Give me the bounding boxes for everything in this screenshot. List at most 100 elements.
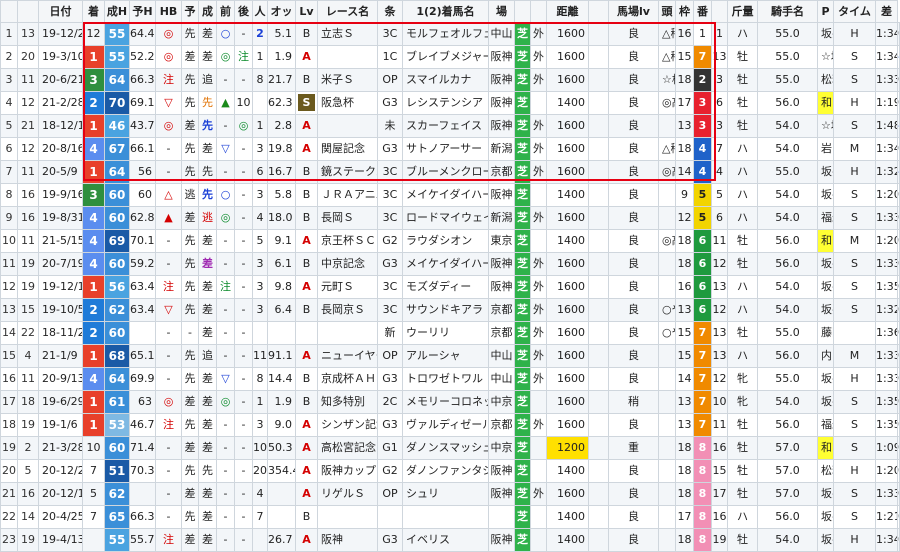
sex-age: ハ <box>727 298 758 322</box>
pace: S <box>833 68 876 92</box>
race-date: 20-12/26 <box>38 459 83 483</box>
col-header-12[interactable]: 人 <box>252 0 268 23</box>
col-header-23[interactable]: 馬場lv <box>608 0 659 23</box>
col-header-15[interactable]: レース名 <box>317 0 378 23</box>
col-header-19[interactable] <box>514 0 531 23</box>
col-header-10[interactable]: 前 <box>216 0 235 23</box>
field-size: 15 <box>675 344 694 368</box>
col-header-5[interactable]: 成H <box>104 0 130 23</box>
col-header-28[interactable]: 斤量 <box>727 0 758 23</box>
hb-mark: △ <box>155 183 182 207</box>
field-size: 18 <box>675 252 694 276</box>
table-row[interactable]: 171819-6/2916163◎差差◎-11.9B知多特別2Cメモリーコロネッ… <box>0 390 900 414</box>
table-row[interactable]: 10 11 21-5/15 4 69 70.1- 先差 - -5 9.1 A 京王杯ＳＣ G2 ラウダシオ… <box>0 229 900 253</box>
col-header-8[interactable]: 予 <box>181 0 199 23</box>
going: 良 <box>608 321 659 345</box>
table-row[interactable]: 22 14 20-4/25 7 65 66.3- 先差 - -7 B 芝 1400 良 17 8 16 ハ 56.… <box>0 505 900 529</box>
table-row[interactable]: 71120-5/916456-先先--616.7B鏡ステークス3Cブルーメンクロ… <box>0 160 900 184</box>
frame-number: 7 <box>693 321 712 345</box>
table-row[interactable]: 211620-12/12562-差差--4AリゲルＳOPシュリ阪神芝外1600良… <box>0 482 900 506</box>
winner-horse: ダノンファンタジー <box>402 459 489 483</box>
frame-number: 8 <box>693 459 712 483</box>
col-header-22[interactable] <box>588 0 609 23</box>
result-style: 差 <box>198 137 217 161</box>
table-row[interactable]: 4 12 21-2/28 2 70 69.1 ▽ 先先 ▲ 10 62.3 S 阪急杯 G3 レシステンシア… <box>0 91 900 115</box>
surface-turf: 芝 <box>514 275 531 299</box>
col-header-20[interactable] <box>530 0 547 23</box>
col-header-17[interactable]: 1(2)着馬名 <box>402 0 489 23</box>
margin: 0.3 <box>897 229 900 253</box>
table-row[interactable]: 52118-12/1614643.7◎差先-◎12.8A未スカーフェイス阪神芝外… <box>0 114 900 138</box>
table-row[interactable]: 2 20 19-3/10 1 55 52.2 ◎ 差差 ◎ 注 1 1.9 A 1C ブレイブメジャー 阪神芝… <box>0 45 900 69</box>
col-header-11[interactable]: 後 <box>234 0 253 23</box>
table-row[interactable]: 3 11 20-6/21 3 64 66.3 注先追 - -8 21.7 B 米子Ｓ OP スマイルカナ阪… <box>0 68 900 92</box>
back-mark: - <box>234 160 253 184</box>
race-class: 2C <box>377 390 403 414</box>
table-row[interactable]: 6 12 20-8/16 4 67 66.1- 先差 ▽ -3 19.8 A 関屋記念 G3 サトノアーサ… <box>0 137 900 161</box>
frame-number: 6 <box>693 275 712 299</box>
table-row[interactable]: 11319-12/28125564.4◎先差○-25.1B立志Ｓ3Cモルフェオル… <box>0 22 900 46</box>
race-date: 20-8/16 <box>38 137 83 161</box>
col-header-9[interactable]: 成 <box>198 0 217 23</box>
col-header-6[interactable]: 予H <box>129 0 156 23</box>
col-header-7[interactable]: HB <box>155 0 182 23</box>
distance: 1600 <box>546 413 589 437</box>
col-header-1[interactable] <box>0 0 18 23</box>
table-row[interactable]: 9 16 19-8/31 4 60 62.8 ▲ 差逃 ◎ -4 18.0 B 長岡Ｓ 3C ロードマイウェ… <box>0 206 900 230</box>
table-row[interactable]: 15421-1/916865.1-先追--1191.1AニューイヤーOPアルーシ… <box>0 344 900 368</box>
table-row[interactable]: 13 15 19-10/5 2 62 63.4 ▽ 先差 - -3 6.4 B 長岡京Ｓ 3C サウンドキア… <box>0 298 900 322</box>
carried-weight: 57.0 <box>757 482 818 506</box>
race-date: 18-11/25 <box>38 321 83 345</box>
table-row[interactable]: 20520-12/2675170.3-先先--20354.4A阪神カップG2ダノ… <box>0 459 900 483</box>
sex-age: 牡 <box>727 436 758 460</box>
col-header-13[interactable]: オッ <box>267 0 296 23</box>
col-header-25[interactable]: 枠 <box>675 0 694 23</box>
finish-time: 1:33.4 <box>875 482 898 506</box>
col-header-14[interactable]: Lv <box>295 0 318 23</box>
back-mark: - <box>234 459 253 483</box>
col-header-26[interactable]: 番 <box>693 0 712 23</box>
race-class: 3C <box>377 183 403 207</box>
going-level <box>658 206 676 230</box>
col-header-21[interactable]: 距離 <box>546 0 589 23</box>
table-row[interactable]: 121919-12/1515663.4注先差注-39.8A元町Ｓ3Cモズダディー… <box>0 275 900 299</box>
col-header-2[interactable] <box>17 0 39 23</box>
back-mark: - <box>234 367 253 391</box>
predict-style: 逃 <box>181 183 199 207</box>
winner-horse: アルーシャ <box>402 344 489 368</box>
back-mark: - <box>234 275 253 299</box>
pace <box>833 321 876 345</box>
col-header-18[interactable]: 場 <box>488 0 515 23</box>
table-row[interactable]: 81619-9/1636060△逃先○-35.8BＪＲＡアニバ3Cメイケイダイハ… <box>0 183 900 207</box>
table-row[interactable]: 23 19 19-4/13 55 55.7 注差差 - -26.7 A 阪神 G3 イベリス 阪神芝 14… <box>0 528 900 552</box>
col-header-29[interactable]: 騎手名 <box>757 0 818 23</box>
col-header-30[interactable]: P <box>817 0 834 23</box>
race-class: OP <box>377 344 403 368</box>
col-header-3[interactable]: 日付 <box>38 0 83 23</box>
finish-position: 1 <box>82 275 105 299</box>
odds-value: 9.1 <box>267 229 296 253</box>
col-header-4[interactable]: 着 <box>82 0 105 23</box>
col-header-31[interactable]: タイム <box>833 0 876 23</box>
table-row[interactable]: 19 2 21-3/28 10 60 71.4- 差差 - -10 50.3 A 高松宮記念 G1 ダノン… <box>0 436 900 460</box>
distance: 1600 <box>546 206 589 230</box>
table-row[interactable]: 181919-1/615346.7注先差--39.0Aシンザン記念G3ヴァルディ… <box>0 413 900 437</box>
table-row[interactable]: 11 19 20-7/19 4 60 59.2- 先差 - -3 6.1 B 中京記念 G3 メイケイダイ… <box>0 252 900 276</box>
field-size: 18 <box>675 137 694 161</box>
table-row[interactable]: 142218-11/25260--差--新ウーリリ京都芝外1600良○やや速15… <box>0 321 900 345</box>
hb-mark: ◎ <box>155 390 182 414</box>
row-number: 16 <box>0 367 18 391</box>
col-header-32[interactable]: 差 <box>875 0 898 23</box>
hb-mark: ▽ <box>155 298 182 322</box>
in-out <box>530 91 547 115</box>
going: 良 <box>608 298 659 322</box>
sex-age: 牡 <box>727 229 758 253</box>
col-header-16[interactable]: 条 <box>377 0 403 23</box>
pace: H <box>833 160 876 184</box>
predict-h-value: 63 <box>129 390 156 414</box>
col-header-27[interactable] <box>711 0 728 23</box>
table-row[interactable]: 16 11 20-9/13 4 64 69.9- 先差 ▽ -8 14.4 B 京成杯ＡＨ G3 トロワゼ… <box>0 367 900 391</box>
predict-style: 先 <box>181 344 199 368</box>
col-header-24[interactable]: 頭 <box>658 0 676 23</box>
race-class: G3 <box>377 137 403 161</box>
